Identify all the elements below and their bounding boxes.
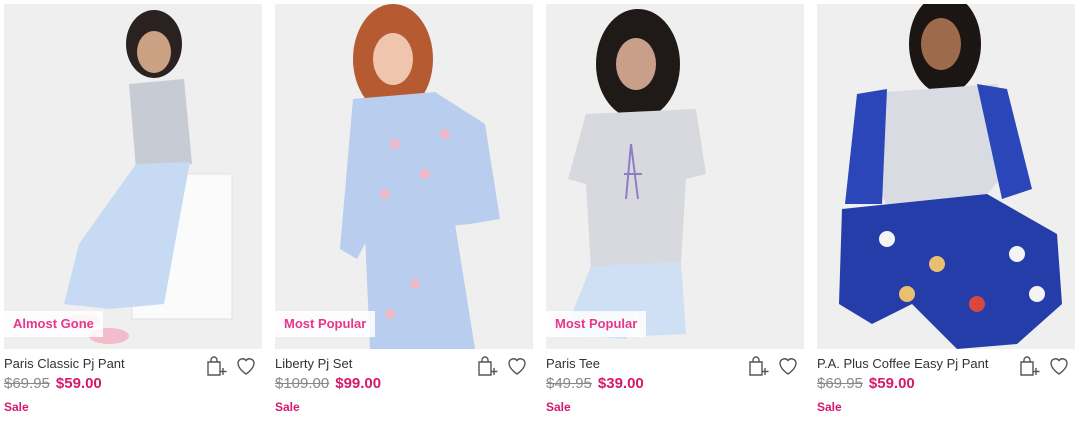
- product-price: $69.95 $59.00: [4, 375, 102, 392]
- sale-price: $59.00: [55, 375, 102, 392]
- product-card[interactable]: Most Popular Liberty Pj Set $109.00 $99.0…: [275, 0, 533, 430]
- sale-label: Sale: [4, 400, 29, 414]
- sale-label: Sale: [817, 400, 842, 414]
- add-to-bag-icon[interactable]: [1017, 354, 1041, 378]
- product-image[interactable]: Almost Gone: [4, 4, 262, 349]
- heart-icon[interactable]: [776, 354, 800, 378]
- product-image[interactable]: Most Popular: [275, 4, 533, 349]
- original-price: $69.95: [4, 375, 50, 392]
- product-price: $49.95 $39.00: [546, 375, 644, 392]
- add-to-bag-icon[interactable]: [204, 354, 228, 378]
- product-actions: [204, 354, 258, 378]
- product-price: $109.00 $99.00: [275, 375, 381, 392]
- product-actions: [475, 354, 529, 378]
- sale-price: $59.00: [868, 375, 915, 392]
- product-price: $69.95 $59.00: [817, 375, 915, 392]
- product-card[interactable]: P.A. Plus Coffee Easy Pj Pant $69.95 $59.…: [817, 0, 1075, 430]
- sale-label: Sale: [275, 400, 300, 414]
- product-grid: Almost Gone Paris Classic Pj Pant $69.95…: [0, 0, 1080, 430]
- product-image[interactable]: Most Popular: [546, 4, 804, 349]
- original-price: $69.95: [817, 375, 863, 392]
- original-price: $49.95: [546, 375, 592, 392]
- heart-icon[interactable]: [505, 354, 529, 378]
- heart-icon[interactable]: [1047, 354, 1071, 378]
- heart-icon[interactable]: [234, 354, 258, 378]
- sale-price: $39.00: [597, 375, 644, 392]
- product-name[interactable]: Liberty Pj Set: [275, 356, 352, 371]
- product-badge: Most Popular: [275, 311, 376, 337]
- add-to-bag-icon[interactable]: [746, 354, 770, 378]
- product-actions: [1017, 354, 1071, 378]
- product-card[interactable]: Almost Gone Paris Classic Pj Pant $69.95…: [4, 0, 262, 430]
- product-card[interactable]: Most Popular Paris Tee $49.95 $39.00 Sale: [546, 0, 804, 430]
- product-name[interactable]: Paris Tee: [546, 356, 600, 371]
- product-badge: Most Popular: [546, 311, 647, 337]
- original-price: $109.00: [275, 375, 330, 392]
- add-to-bag-icon[interactable]: [475, 354, 499, 378]
- product-name[interactable]: P.A. Plus Coffee Easy Pj Pant: [817, 356, 989, 371]
- product-image[interactable]: [817, 4, 1075, 349]
- sale-label: Sale: [546, 400, 571, 414]
- product-name[interactable]: Paris Classic Pj Pant: [4, 356, 125, 371]
- product-actions: [746, 354, 800, 378]
- sale-price: $99.00: [335, 375, 382, 392]
- product-badge: Almost Gone: [4, 311, 103, 337]
